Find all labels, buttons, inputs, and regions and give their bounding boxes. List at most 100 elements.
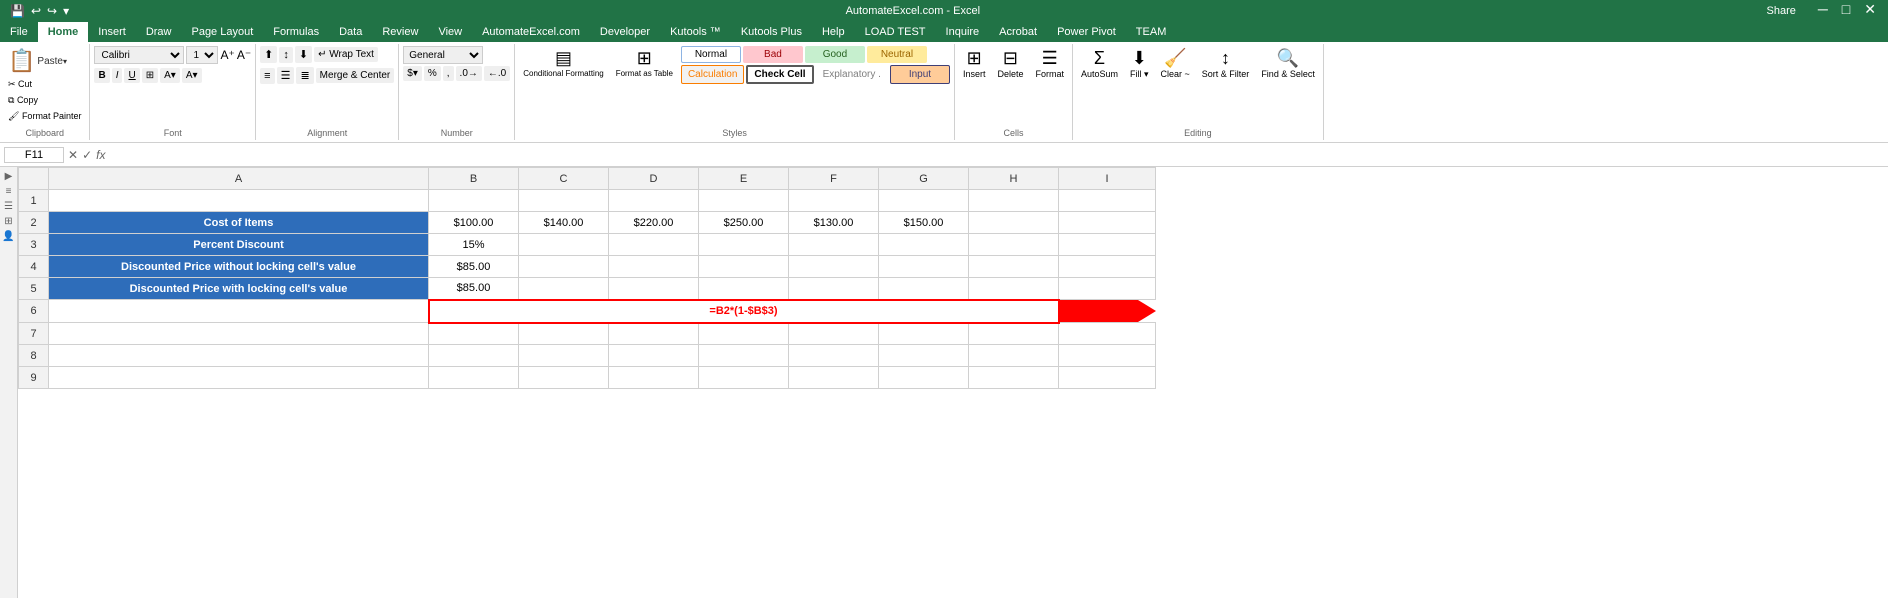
cell-b8[interactable] [429, 345, 519, 367]
cell-d2[interactable]: $220.00 [609, 212, 699, 234]
cell-i1[interactable] [1059, 190, 1156, 212]
font-family-select[interactable]: Calibri [94, 46, 184, 64]
tab-data[interactable]: Data [329, 22, 372, 42]
cell-c7[interactable] [519, 323, 609, 345]
border-button[interactable]: ⊞ [142, 68, 158, 83]
cell-b1[interactable] [429, 190, 519, 212]
formula-confirm-icon[interactable]: ✓ [82, 148, 92, 162]
qa-menu[interactable]: ▾ [61, 2, 71, 20]
col-header-f[interactable]: F [789, 168, 879, 190]
cell-g2[interactable]: $150.00 [879, 212, 969, 234]
cell-c2[interactable]: $140.00 [519, 212, 609, 234]
cell-f8[interactable] [789, 345, 879, 367]
decrease-decimal-button[interactable]: ←.0 [484, 66, 510, 81]
wrap-text-button[interactable]: ↵ Wrap Text [314, 47, 378, 62]
clear-button[interactable]: 🧹 Clear ~ [1157, 46, 1194, 81]
tab-kutools[interactable]: Kutools ™ [660, 22, 731, 42]
cell-b7[interactable] [429, 323, 519, 345]
cell-i3[interactable] [1059, 234, 1156, 256]
font-color-button[interactable]: A▾ [182, 68, 202, 83]
align-middle-button[interactable]: ↕ [279, 47, 293, 63]
cell-a5[interactable]: Discounted Price with locking cell's val… [49, 278, 429, 300]
font-shrink-icon[interactable]: A⁻ [237, 48, 251, 62]
cell-g7[interactable] [879, 323, 969, 345]
cell-f3[interactable] [789, 234, 879, 256]
cell-e9[interactable] [699, 367, 789, 389]
cell-f1[interactable] [789, 190, 879, 212]
qa-save[interactable]: 💾 [8, 2, 27, 20]
style-bad-button[interactable]: Bad [743, 46, 803, 63]
tab-power-pivot[interactable]: Power Pivot [1047, 22, 1126, 42]
cell-i8[interactable] [1059, 345, 1156, 367]
cell-d1[interactable] [609, 190, 699, 212]
fill-button[interactable]: ⬇ Fill ▾ [1126, 46, 1153, 82]
sort-filter-button[interactable]: ↕ Sort & Filter [1198, 46, 1254, 81]
font-size-select[interactable]: 11 [186, 46, 218, 64]
cell-a1[interactable] [49, 190, 429, 212]
underline-button[interactable]: U [124, 68, 139, 83]
fill-color-button[interactable]: A▾ [160, 68, 180, 83]
tab-review[interactable]: Review [372, 22, 428, 42]
cell-h5[interactable] [969, 278, 1059, 300]
find-select-button[interactable]: 🔍 Find & Select [1257, 46, 1319, 81]
tab-team[interactable]: TEAM [1126, 22, 1177, 42]
cell-h3[interactable] [969, 234, 1059, 256]
style-neutral-button[interactable]: Neutral [867, 46, 927, 63]
conditional-formatting-button[interactable]: ▤ Conditional Formatting [519, 46, 607, 80]
cell-c3[interactable] [519, 234, 609, 256]
cell-h1[interactable] [969, 190, 1059, 212]
formula-insert-function-icon[interactable]: fx [96, 148, 105, 162]
col-header-e[interactable]: E [699, 168, 789, 190]
style-explanatory-button[interactable]: Explanatory . [816, 65, 888, 84]
align-center-button[interactable]: ☰ [277, 67, 295, 84]
cell-e3[interactable] [699, 234, 789, 256]
cell-a8[interactable] [49, 345, 429, 367]
tab-inquire[interactable]: Inquire [936, 22, 990, 42]
style-normal-button[interactable]: Normal [681, 46, 741, 63]
cell-c8[interactable] [519, 345, 609, 367]
cell-f4[interactable] [789, 256, 879, 278]
close-button[interactable]: ✕ [1860, 1, 1880, 21]
font-grow-icon[interactable]: A⁺ [220, 48, 234, 62]
cell-h2[interactable] [969, 212, 1059, 234]
cell-c4[interactable] [519, 256, 609, 278]
format-button[interactable]: ☰ Format [1031, 46, 1068, 81]
tab-help[interactable]: Help [812, 22, 855, 42]
delete-button[interactable]: ⊟ Delete [993, 46, 1027, 81]
cell-h4[interactable] [969, 256, 1059, 278]
qa-redo[interactable]: ↪ [45, 2, 59, 20]
style-check-cell-button[interactable]: Check Cell [746, 65, 813, 84]
autosum-button[interactable]: Σ AutoSum [1077, 46, 1122, 81]
bold-button[interactable]: B [94, 68, 109, 83]
cell-g5[interactable] [879, 278, 969, 300]
insert-button[interactable]: ⊞ Insert [959, 46, 990, 81]
maximize-button[interactable]: □ [1838, 1, 1854, 21]
tab-developer[interactable]: Developer [590, 22, 660, 42]
cell-g3[interactable] [879, 234, 969, 256]
cell-i4[interactable] [1059, 256, 1156, 278]
formula-cancel-icon[interactable]: ✕ [68, 148, 78, 162]
align-left-button[interactable]: ≡ [260, 68, 274, 84]
cell-g4[interactable] [879, 256, 969, 278]
cell-a3[interactable]: Percent Discount [49, 234, 429, 256]
qa-undo[interactable]: ↩ [29, 2, 43, 20]
cell-e7[interactable] [699, 323, 789, 345]
cell-a7[interactable] [49, 323, 429, 345]
tab-home[interactable]: Home [38, 22, 89, 42]
cell-h7[interactable] [969, 323, 1059, 345]
cell-e2[interactable]: $250.00 [699, 212, 789, 234]
style-input-button[interactable]: Input [890, 65, 950, 84]
cell-a4[interactable]: Discounted Price without locking cell's … [49, 256, 429, 278]
cell-b4[interactable]: $85.00 [429, 256, 519, 278]
align-top-button[interactable]: ⬆ [260, 46, 277, 63]
style-good-button[interactable]: Good [805, 46, 865, 63]
cell-e1[interactable] [699, 190, 789, 212]
cell-i9[interactable] [1059, 367, 1156, 389]
cut-button[interactable]: ✂ Cut [4, 77, 36, 92]
col-header-g[interactable]: G [879, 168, 969, 190]
cell-d7[interactable] [609, 323, 699, 345]
name-box[interactable] [4, 147, 64, 163]
italic-button[interactable]: I [112, 68, 123, 83]
sidebar-tool-5[interactable]: 👤 [2, 231, 14, 242]
cell-d8[interactable] [609, 345, 699, 367]
